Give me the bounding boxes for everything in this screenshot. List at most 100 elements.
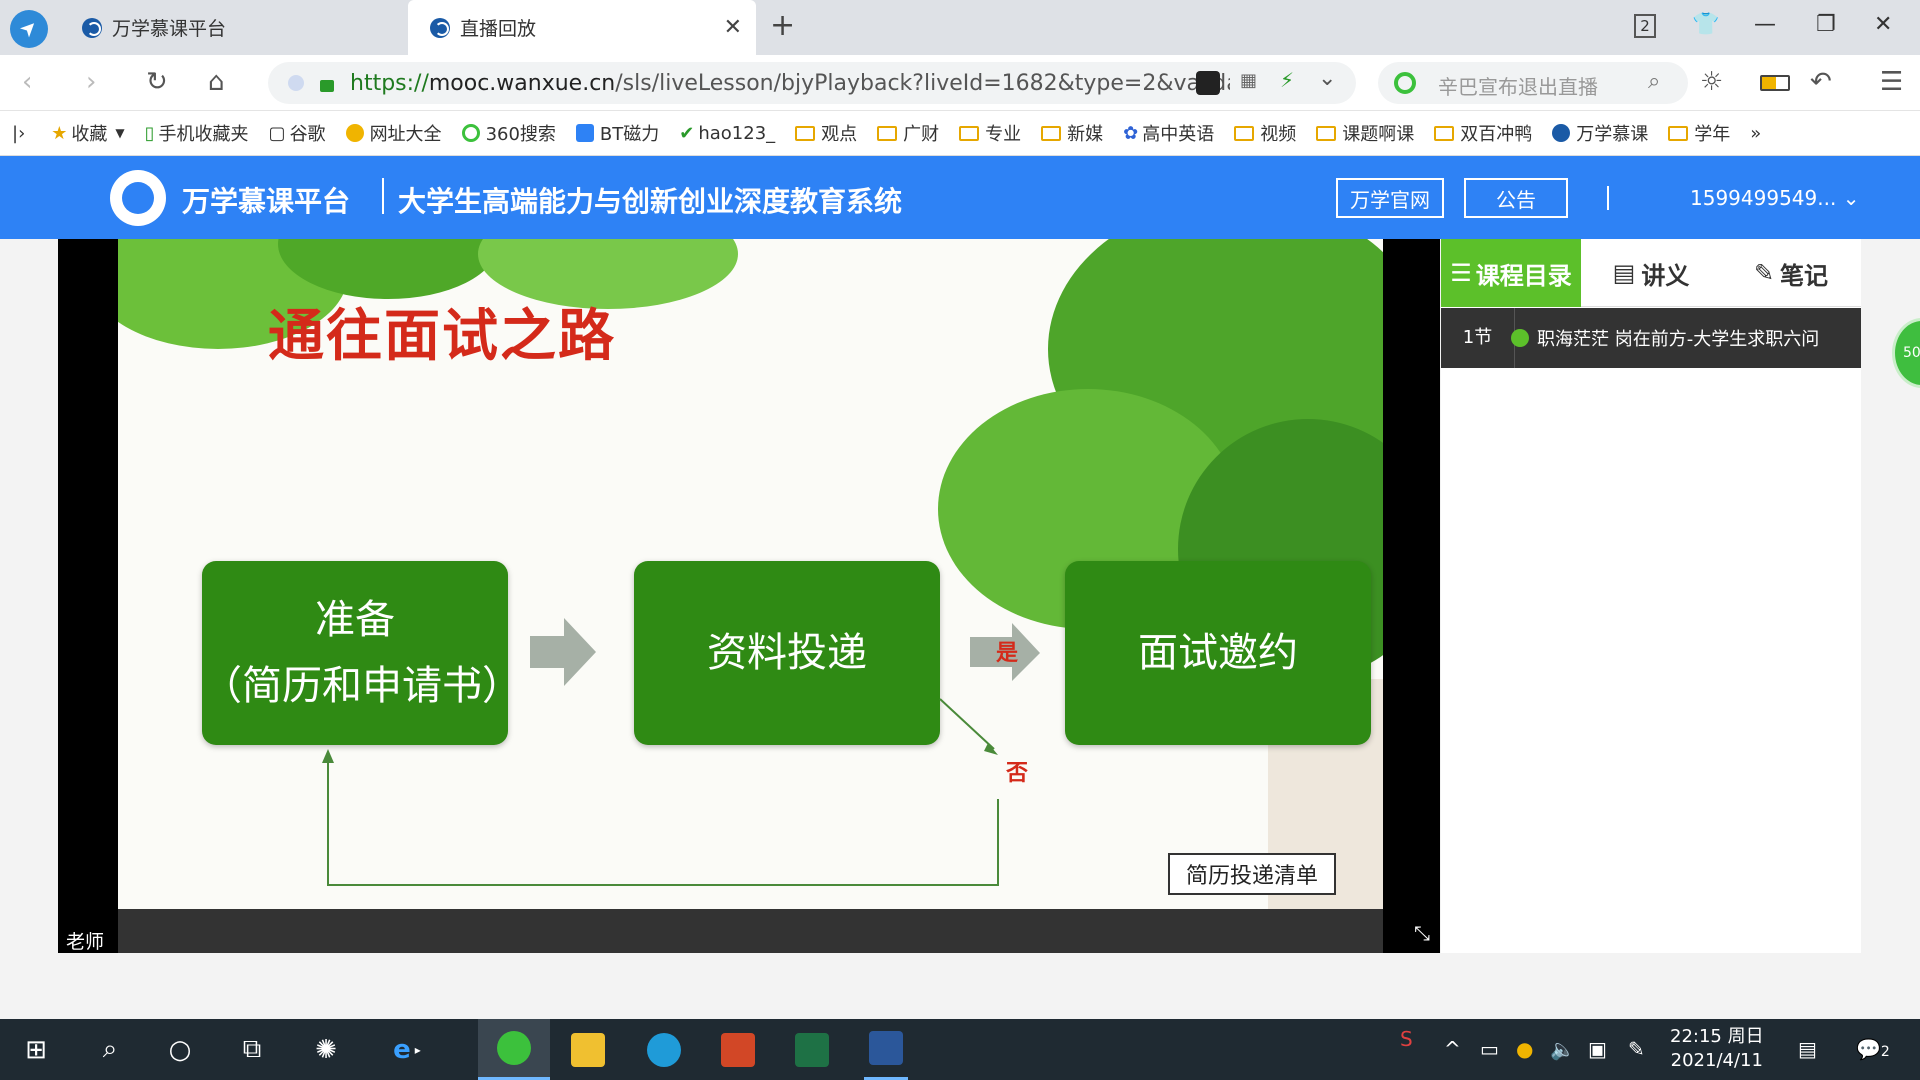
chevron-down-icon[interactable]: ⌄	[1318, 66, 1336, 91]
browser-logo-icon[interactable]	[10, 10, 48, 48]
teacher-label: 老师	[66, 931, 105, 953]
bookmark-folder-shuangbai[interactable]: 双百冲鸭	[1434, 120, 1532, 146]
volume-icon[interactable]: 🔈	[1550, 1037, 1575, 1061]
shirt-skin-icon[interactable]: 👕	[1692, 12, 1719, 37]
start-windows-icon[interactable]: ⊞	[14, 1019, 58, 1080]
bookmark-item-site-nav[interactable]: 网址大全	[345, 120, 442, 146]
battery-icon[interactable]	[1760, 75, 1790, 91]
star-icon: ★	[51, 122, 68, 144]
search-icon[interactable]: ⌕	[88, 1019, 132, 1080]
video-player[interactable]: 通往面试之路 准备 （简历和申请书） 资料投递 是 面试邀约 否 简历投递清单 …	[58, 239, 1440, 953]
powerpoint-icon[interactable]	[716, 1019, 760, 1080]
hao123-icon: ✔	[679, 122, 695, 144]
bookmark-item-bt[interactable]: BT磁力	[575, 120, 659, 146]
notes-icon[interactable]: ▤	[1798, 1037, 1817, 1061]
tab-live-playback[interactable]: 直播回放 ✕	[408, 0, 756, 55]
folder-icon	[1668, 125, 1689, 141]
forward-icon[interactable]: ›	[86, 67, 96, 97]
internet-explorer-icon[interactable]: e ▸	[380, 1019, 434, 1080]
notification-center-icon[interactable]: 💬2	[1856, 1037, 1890, 1061]
search-engine-icon[interactable]	[1394, 72, 1416, 94]
menu-icon[interactable]: ☰	[1880, 67, 1903, 97]
sogou-ime-icon[interactable]: S	[1400, 1027, 1413, 1051]
task-view-icon[interactable]: ⧉	[230, 1019, 274, 1080]
pen-icon[interactable]: ✎	[1628, 1037, 1645, 1061]
resume-checklist-button[interactable]: 简历投递清单	[1168, 853, 1336, 895]
tray-chevron-up-icon[interactable]: ^	[1444, 1037, 1461, 1061]
extension-icon[interactable]	[1196, 71, 1220, 95]
sidebar-toggle-icon[interactable]: |›	[12, 123, 25, 144]
document-icon: ▤	[1612, 259, 1636, 287]
exit-fullscreen-icon[interactable]: ⤡	[1414, 921, 1430, 945]
notice-button[interactable]: 公告	[1464, 178, 1568, 218]
tab-wanxue-platform[interactable]: 万学慕课平台	[62, 0, 407, 55]
cortana-icon[interactable]: ○	[158, 1019, 202, 1080]
bookmark-folder-opinion[interactable]: 观点	[795, 120, 857, 146]
search-input[interactable]: 辛巴宣布退出直播	[1438, 71, 1598, 100]
site-name[interactable]: 万学慕课平台	[182, 180, 350, 220]
search-box[interactable]: 辛巴宣布退出直播 ⌕	[1378, 62, 1688, 104]
minimize-icon[interactable]: —	[1754, 12, 1776, 37]
caret-down-icon: ▼	[115, 126, 125, 140]
header-separator	[382, 178, 384, 214]
site-nav-icon	[345, 124, 364, 142]
search-icon[interactable]: ⌕	[1648, 69, 1660, 94]
bookmark-item-favorites[interactable]: ★ 收藏 ▼	[51, 120, 124, 146]
bookmark-folder-major[interactable]: 专业	[959, 120, 1021, 146]
lesson-title: 职海茫茫 岗在前方-大学生求职六问	[1537, 329, 1820, 350]
url-text[interactable]: https://mooc.wanxue.cn/sls/liveLesson/bj…	[350, 71, 1230, 96]
reload-icon[interactable]: ↻	[146, 67, 168, 97]
tab-notes[interactable]: ✎ 笔记	[1721, 239, 1861, 307]
bookmark-item-english[interactable]: ✿ 高中英语	[1123, 120, 1214, 146]
bookmark-item-google[interactable]: ▢ 谷歌	[269, 120, 326, 146]
playing-status-icon	[1511, 329, 1529, 347]
folder-icon	[959, 125, 980, 141]
tab-count-icon[interactable]: 2	[1634, 14, 1656, 38]
player-control-bar[interactable]	[118, 909, 1383, 953]
home-icon[interactable]: ⌂	[208, 67, 225, 97]
bookmark-item-wanxue[interactable]: 万学慕课	[1552, 120, 1648, 146]
url-bar[interactable]: https://mooc.wanxue.cn/sls/liveLesson/bj…	[268, 62, 1356, 104]
bookmark-folder-year[interactable]: 学年	[1668, 120, 1730, 146]
wanxue-logo-icon[interactable]	[110, 170, 166, 226]
browser-360-taskbar-icon[interactable]	[478, 1019, 550, 1080]
brightness-icon[interactable]: ☼	[1700, 67, 1723, 97]
user-account[interactable]: 1599499549... ⌄	[1690, 186, 1859, 210]
network-icon[interactable]: ▣	[1588, 1037, 1607, 1061]
lightning-icon[interactable]: ⚡	[1280, 68, 1294, 92]
bookmark-folder-guangcai[interactable]: 广财	[877, 120, 939, 146]
bookmark-item-hao123[interactable]: ✔ hao123_	[679, 123, 775, 144]
close-tab-icon[interactable]: ✕	[724, 15, 742, 40]
page-icon: ▢	[268, 122, 286, 144]
lesson-list-item[interactable]: 1节 职海茫茫 岗在前方-大学生求职六问	[1441, 308, 1861, 368]
lock-icon	[320, 80, 334, 92]
qr-code-icon[interactable]: ▦	[1240, 70, 1257, 91]
tab-handout[interactable]: ▤ 讲义	[1581, 239, 1721, 307]
site-info-icon[interactable]	[288, 75, 304, 91]
bookmark-folder-newmedia[interactable]: 新媒	[1041, 120, 1103, 146]
lesson-number: 1节	[1441, 308, 1515, 368]
close-window-icon[interactable]: ✕	[1874, 12, 1892, 37]
excel-icon[interactable]	[790, 1019, 834, 1080]
back-icon[interactable]: ‹	[22, 67, 32, 97]
new-tab-plus-icon[interactable]: +	[770, 8, 795, 43]
no-label: 否	[1006, 761, 1029, 786]
bookmark-folder-video[interactable]: 视频	[1234, 120, 1296, 146]
bookmark-folder-topics[interactable]: 课题啊课	[1316, 120, 1414, 146]
edge-icon[interactable]	[642, 1019, 686, 1080]
bookmark-more[interactable]: »	[1750, 123, 1761, 144]
security-app-icon[interactable]: ●	[1516, 1037, 1533, 1061]
bookmark-item-360[interactable]: 360搜索	[461, 120, 556, 146]
official-site-button[interactable]: 万学官网	[1336, 178, 1444, 218]
system-clock[interactable]: 22:15 周日 2021/4/11	[1670, 1025, 1764, 1073]
windows-taskbar: ⊞ ⌕ ○ ⧉ ✺ e ▸ S ^ ▭ ● 🔈 ▣ ✎ 22:15 周日 2021…	[0, 1019, 1920, 1080]
restore-icon[interactable]: ❐	[1816, 12, 1836, 37]
word-icon[interactable]	[864, 1019, 908, 1080]
pinwheel-app-icon[interactable]: ✺	[304, 1019, 348, 1080]
battery-tray-icon[interactable]: ▭	[1480, 1037, 1499, 1061]
file-explorer-icon[interactable]	[566, 1019, 610, 1080]
bookmark-item-mobile[interactable]: ▯ 手机收藏夹	[145, 120, 249, 146]
folder-icon	[1234, 125, 1255, 141]
tab-course-catalog[interactable]: ☰ 课程目录	[1441, 239, 1581, 307]
undo-icon[interactable]: ↶	[1810, 67, 1832, 97]
